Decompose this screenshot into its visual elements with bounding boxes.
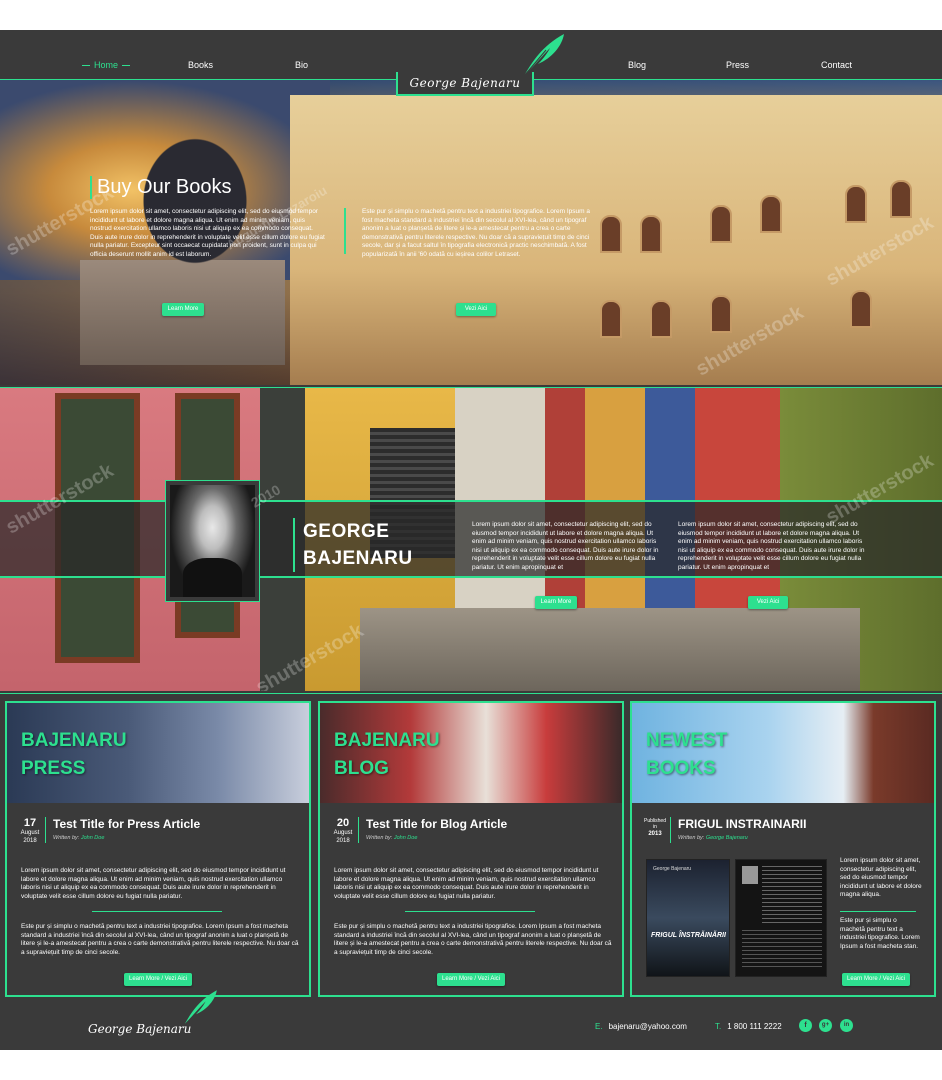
learn-more-button[interactable]: Learn More	[162, 303, 204, 316]
email-link[interactable]: bajenaru@yahoo.com	[609, 1022, 687, 1031]
date-block: 20 August 2018	[333, 817, 353, 845]
author-portrait	[165, 480, 260, 602]
feather-quill-icon	[523, 34, 564, 77]
nav-books-link[interactable]: Books	[188, 60, 213, 70]
byline: Written by: George Bajenaru	[678, 835, 748, 841]
vezi-aici-button[interactable]: Vezi Aici	[456, 303, 496, 316]
books-card: NEWEST BOOKS Published in 2013 FRIGUL IN…	[630, 701, 936, 997]
nav-contact-link[interactable]: Contact	[821, 60, 852, 70]
press-card: BAJENARU PRESS 17 August 2018 Test Title…	[5, 701, 311, 997]
book-description-ro: Este pur și simplu o machetă pentru text…	[840, 917, 920, 950]
learn-more-button[interactable]: Learn More / Vezi Aici	[842, 973, 910, 986]
byline: Written by: John Doe	[53, 835, 105, 841]
author-name-heading: GEORGE BAJENARU	[293, 518, 413, 572]
learn-more-button[interactable]: Learn More	[535, 596, 577, 609]
byline: Written by: John Doe	[366, 835, 418, 841]
hero-buy-books: Buy Our Books Lorem ipsum dolor sit amet…	[0, 80, 942, 385]
nav-press-link[interactable]: Press	[726, 60, 749, 70]
website: Home Books Bio Blog Press Contact Buy Ou…	[0, 30, 942, 1050]
google-plus-icon[interactable]: g+	[819, 1019, 832, 1032]
buy-books-text-right: Este pur și simplu o machetă pentru text…	[362, 208, 590, 258]
book-cover-back[interactable]	[735, 859, 827, 977]
bio-text-1: Lorem ipsum dolor sit amet, consectetur …	[472, 521, 659, 571]
hero-biography: GEORGE BAJENARU Lorem ipsum dolor sit am…	[0, 388, 942, 691]
feather-quill-icon	[184, 990, 217, 1024]
book-description: Lorem ipsum dolor sit amet, consectetur …	[840, 857, 922, 899]
site-logo[interactable]: George Bajenaru	[396, 72, 534, 96]
buy-books-heading: Buy Our Books	[90, 176, 232, 199]
press-article-title[interactable]: Test Title for Press Article	[53, 817, 200, 831]
linkedin-icon[interactable]: in	[840, 1019, 853, 1032]
facebook-icon[interactable]: f	[799, 1019, 812, 1032]
learn-more-button[interactable]: Learn More / Vezi Aici	[437, 973, 505, 986]
book-title[interactable]: FRIGUL INSTRAINARII	[678, 817, 806, 831]
text-divider	[344, 208, 346, 254]
book-cover-front[interactable]: George Bajenaru FRIGUL ÎNSTRĂINĂRII	[646, 859, 730, 977]
footer: George Bajenaru E. bajenaru@yahoo.com T. 1…	[0, 990, 942, 1050]
author-link[interactable]: John Doe	[81, 835, 105, 841]
footer-logo[interactable]: George Bajenaru	[88, 1022, 191, 1036]
nav-home-link[interactable]: Home	[78, 60, 134, 70]
card-image-title: BAJENARU PRESS	[21, 730, 127, 779]
author-photo	[170, 485, 255, 597]
blog-card: BAJENARU BLOG 20 August 2018 Test Title …	[318, 701, 624, 997]
date-block: 17 August 2018	[20, 817, 40, 845]
learn-more-button[interactable]: Learn More / Vezi Aici	[124, 973, 192, 986]
bio-text-2: Lorem ipsum dolor sit amet, consectetur …	[678, 521, 865, 571]
article-excerpt: Lorem ipsum dolor sit amet, consectetur …	[334, 867, 599, 900]
article-excerpt-ro: Este pur și simplu o machetă pentru text…	[334, 923, 612, 956]
card-image-title: NEWEST BOOKS	[646, 730, 728, 779]
article-excerpt-ro: Este pur și simplu o machetă pentru text…	[21, 923, 299, 956]
nav-bio-link[interactable]: Bio	[295, 60, 308, 70]
card-image-title: BAJENARU BLOG	[334, 730, 440, 779]
footer-phone: T. 1 800 111 2222	[715, 1022, 782, 1031]
buy-books-text-left: Lorem ipsum dolor sit amet, consectetur …	[90, 208, 325, 258]
footer-email: E. bajenaru@yahoo.com	[595, 1022, 687, 1031]
cobblestone-street-image	[360, 608, 860, 691]
published-block: Published in 2013	[644, 818, 666, 837]
phone-link[interactable]: 1 800 111 2222	[727, 1022, 781, 1031]
blog-article-title[interactable]: Test Title for Blog Article	[366, 817, 507, 831]
cards-section: BAJENARU PRESS 17 August 2018 Test Title…	[0, 695, 942, 1000]
author-link[interactable]: John Doe	[394, 835, 418, 841]
logo-text: George Bajenaru	[409, 76, 521, 90]
vezi-aici-button[interactable]: Vezi Aici	[748, 596, 788, 609]
article-excerpt: Lorem ipsum dolor sit amet, consectetur …	[21, 867, 286, 900]
author-link[interactable]: George Bajenaru	[706, 835, 748, 841]
nav-blog-link[interactable]: Blog	[628, 60, 646, 70]
